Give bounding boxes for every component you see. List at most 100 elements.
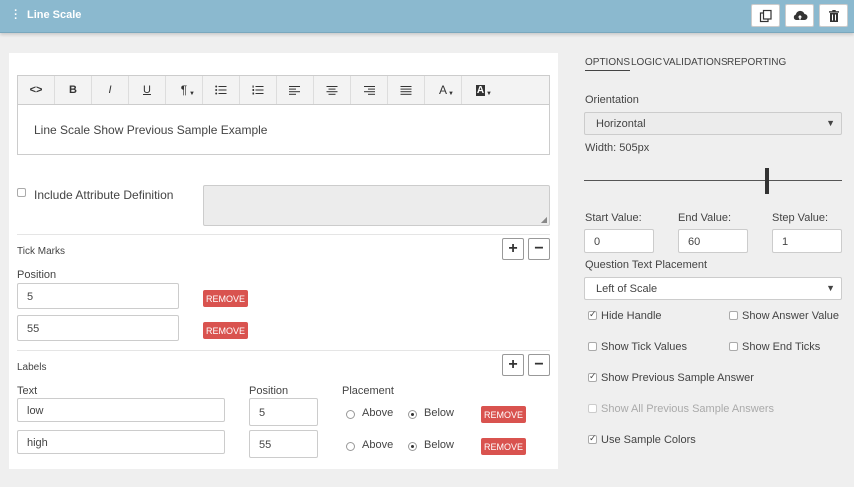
bold-icon: B <box>69 84 77 96</box>
start-value-label: Start Value: <box>585 212 642 224</box>
slider-handle[interactable] <box>765 168 769 194</box>
editor-toolbar: <> B I U ¶ ▼ A ▼ A ▼ <box>18 76 549 105</box>
show-tick-values-checkbox[interactable] <box>588 342 597 351</box>
bullet-list-button[interactable] <box>203 76 240 104</box>
editor-content[interactable]: Line Scale Show Previous Sample Example <box>18 105 549 155</box>
align-left-icon <box>289 85 300 95</box>
include-attribute-checkbox[interactable] <box>17 188 26 197</box>
orientation-select[interactable]: Horizontal ▼ <box>584 112 842 135</box>
use-sample-colors-checkbox[interactable] <box>588 433 597 444</box>
caret-down-icon: ▼ <box>486 91 492 97</box>
remove-label-button[interactable]: REMOVE <box>481 438 526 455</box>
attribute-definition-textarea[interactable]: ◢ <box>203 185 550 226</box>
show-all-previous-sample-answers-checkbox[interactable] <box>588 404 597 413</box>
rich-text-editor: <> B I U ¶ ▼ A ▼ A ▼ Line Scale Show Pre… <box>17 75 550 155</box>
placement-above-radio[interactable] <box>346 442 355 451</box>
chevron-down-icon: ▼ <box>826 283 835 293</box>
align-justify-icon <box>400 85 412 95</box>
trash-icon <box>828 9 839 22</box>
placement-above-label: Above <box>362 407 394 419</box>
plus-icon: + <box>508 240 518 257</box>
show-previous-sample-answer-checkbox[interactable] <box>588 371 597 382</box>
label-text-input[interactable]: low <box>17 398 225 422</box>
orientation-label: Orientation <box>585 94 639 106</box>
align-justify-button[interactable] <box>388 76 425 104</box>
resize-grip-icon[interactable]: ◢ <box>541 215 547 224</box>
labels-heading: Labels <box>17 362 47 373</box>
numbered-list-icon <box>252 85 264 95</box>
copy-icon <box>759 9 772 22</box>
end-value-input[interactable]: 60 <box>678 229 748 253</box>
remove-tick-button[interactable]: REMOVE <box>203 322 248 339</box>
hide-handle-checkbox[interactable] <box>588 309 597 320</box>
divider <box>17 234 550 235</box>
tab-reporting[interactable]: REPORTING <box>727 57 786 68</box>
question-text-placement-value: Left of Scale <box>596 283 658 295</box>
align-right-icon <box>364 85 375 95</box>
placement-below-label: Below <box>424 439 454 451</box>
tick-position-input[interactable]: 55 <box>17 315 179 341</box>
placement-below-radio[interactable] <box>408 410 417 419</box>
add-label-button[interactable]: + <box>502 354 524 376</box>
remove-tick-button[interactable]: − <box>528 238 550 260</box>
slider-track <box>584 180 842 181</box>
remove-tick-button[interactable]: REMOVE <box>203 290 248 307</box>
hide-handle-label: Hide Handle <box>601 310 662 322</box>
start-value-input[interactable]: 0 <box>584 229 654 253</box>
align-center-button[interactable] <box>314 76 351 104</box>
width-slider[interactable] <box>584 166 842 196</box>
bullet-list-icon <box>215 85 227 95</box>
label-text-column-header: Text <box>17 385 38 397</box>
code-icon: <> <box>29 84 43 96</box>
show-previous-sample-answer-label: Show Previous Sample Answer <box>601 372 754 384</box>
placement-below-label: Below <box>424 407 454 419</box>
minus-icon: − <box>534 240 544 257</box>
top-bar: · · · Line Scale <box>0 0 854 33</box>
remove-label-button[interactable]: REMOVE <box>481 406 526 423</box>
label-placement-column-header: Placement <box>342 385 394 397</box>
copy-button[interactable] <box>751 4 780 27</box>
drag-handle-icon[interactable]: · · · <box>13 6 19 25</box>
align-right-button[interactable] <box>351 76 388 104</box>
placement-above-radio[interactable] <box>346 410 355 419</box>
italic-button[interactable]: I <box>92 76 129 104</box>
background-color-button[interactable]: A ▼ <box>462 76 499 104</box>
add-tick-button[interactable]: + <box>502 238 524 260</box>
include-attribute-label: Include Attribute Definition <box>34 188 174 202</box>
underline-button[interactable]: U <box>129 76 166 104</box>
italic-icon: I <box>108 84 112 96</box>
tick-position-label: Position <box>17 269 57 281</box>
label-position-column-header: Position <box>249 385 289 397</box>
numbered-list-button[interactable] <box>240 76 277 104</box>
page-title: Line Scale <box>27 9 82 21</box>
label-position-input[interactable]: 55 <box>249 430 318 458</box>
tab-logic[interactable]: LOGIC <box>631 57 662 68</box>
label-position-input[interactable]: 5 <box>249 398 318 426</box>
text-color-button[interactable]: A ▼ <box>425 76 462 104</box>
cloud-upload-icon <box>793 10 807 20</box>
source-code-button[interactable]: <> <box>18 76 55 104</box>
bold-button[interactable]: B <box>55 76 92 104</box>
delete-button[interactable] <box>819 4 848 27</box>
upload-button[interactable] <box>785 4 814 27</box>
show-tick-values-label: Show Tick Values <box>601 341 688 353</box>
step-value-label: Step Value: <box>772 212 829 224</box>
step-value-input[interactable]: 1 <box>772 229 842 253</box>
placement-above-label: Above <box>362 439 394 451</box>
underline-icon: U <box>143 84 151 96</box>
caret-down-icon: ▼ <box>448 91 454 97</box>
placement-below-radio[interactable] <box>408 442 417 451</box>
tab-options[interactable]: OPTIONS <box>585 57 631 71</box>
paragraph-format-button[interactable]: ¶ ▼ <box>166 76 203 104</box>
question-text-placement-select[interactable]: Left of Scale ▼ <box>584 277 842 300</box>
tick-position-input[interactable]: 5 <box>17 283 179 309</box>
tab-validations[interactable]: VALIDATIONS <box>663 57 728 68</box>
align-left-button[interactable] <box>277 76 314 104</box>
text-color-icon: A <box>438 83 447 97</box>
show-end-ticks-checkbox[interactable] <box>729 342 738 351</box>
tick-marks-heading: Tick Marks <box>17 246 65 257</box>
remove-label-button[interactable]: − <box>528 354 550 376</box>
divider <box>17 350 550 351</box>
show-answer-value-checkbox[interactable] <box>729 311 738 320</box>
label-text-input[interactable]: high <box>17 430 225 454</box>
